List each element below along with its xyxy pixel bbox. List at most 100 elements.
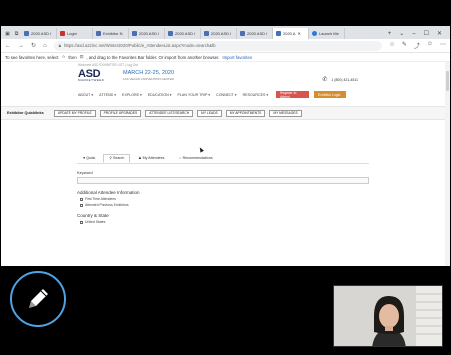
tab-search[interactable]: ⚲ Search bbox=[103, 154, 131, 163]
additional-info-heading: Additional Attendee Information bbox=[77, 190, 140, 195]
my-messages-button[interactable]: MY MESSAGES bbox=[269, 109, 302, 117]
tab-label: 2020 ASD I bbox=[211, 31, 232, 36]
url-field[interactable]: 🔒︎ https://asd.a2zinc.net/Winter2020/Pub… bbox=[53, 40, 383, 51]
exhibitor-login-button[interactable]: Exhibitor Login bbox=[314, 91, 346, 98]
tab-actions-icon[interactable]: ▣ bbox=[3, 28, 12, 39]
site-nav: ABOUT ▾ ATTEND ▾ EXPLORE ▾ EDUCATION ▾ P… bbox=[1, 90, 450, 100]
phone-contact: ✆ 1 (800) 421-4511 bbox=[322, 76, 358, 83]
checkbox-label: First Time Attendees bbox=[85, 197, 116, 201]
update-profile-button[interactable]: UPDATE MY PROFILE bbox=[53, 109, 96, 117]
page-scrollbar[interactable] bbox=[445, 62, 450, 266]
country-state-heading: Country & State bbox=[77, 213, 109, 218]
favorites-star-icon: ☆ bbox=[61, 54, 66, 59]
profile-upgrades-button[interactable]: PROFILE UPGRADES bbox=[99, 109, 142, 117]
home-icon[interactable]: ⌂ bbox=[43, 43, 47, 49]
page-icon bbox=[96, 31, 101, 36]
attendee-list-button[interactable]: ATTENDEE LIST/SEARCH bbox=[145, 109, 194, 117]
login-icon bbox=[60, 31, 65, 36]
united-states-checkbox[interactable]: United States bbox=[77, 220, 369, 224]
forward-icon[interactable]: → bbox=[18, 43, 24, 49]
nav-explore[interactable]: EXPLORE ▾ bbox=[122, 93, 142, 97]
tab-quick[interactable]: ♥ Quick bbox=[77, 154, 101, 163]
browser-tab[interactable]: 2020 ASD I bbox=[21, 28, 57, 39]
minimize-icon[interactable]: – bbox=[412, 31, 415, 37]
logo-subtext: MARKETWEEK bbox=[78, 78, 105, 82]
page-icon bbox=[132, 31, 137, 36]
page-icon bbox=[276, 31, 281, 36]
keyword-label: Keyword bbox=[77, 170, 93, 175]
share-icon[interactable]: ⤴ bbox=[414, 41, 420, 50]
screen: ▣ ⧉ 2020 ASD I Login Exhibitor N 2020 AS… bbox=[0, 0, 451, 355]
toolbar-icons: ☆ ✎ ⤴ ☺ ⋯ bbox=[389, 41, 446, 50]
webcam-video bbox=[333, 285, 443, 347]
browser-tab[interactable]: 2020 ASD I bbox=[129, 28, 165, 39]
browser-tab[interactable]: 2020 ASD I bbox=[165, 28, 201, 39]
tab-recommendations[interactable]: ☆ Recommendations bbox=[172, 154, 218, 163]
browser-tab[interactable]: Launch Me bbox=[309, 28, 345, 39]
previous-exhibitors-checkbox[interactable]: Attended Previous Exhibitors bbox=[77, 203, 369, 207]
checkbox[interactable] bbox=[80, 203, 83, 207]
tab-label: Recommendations bbox=[182, 156, 213, 160]
pen-icon[interactable]: ✎ bbox=[402, 41, 407, 50]
event-info: MARCH 22-25, 2020 LAS VEGAS CONVENTION C… bbox=[123, 70, 174, 81]
tab-label: Login bbox=[67, 31, 77, 36]
header-buttons: Register to Attend Exhibitor Login bbox=[276, 91, 346, 99]
close-window-icon[interactable]: ✕ bbox=[437, 30, 442, 37]
browser-tab[interactable]: Login bbox=[57, 28, 93, 39]
nav-plan-your-trip[interactable]: PLAN YOUR TRIP ▾ bbox=[178, 93, 211, 97]
keyword-input[interactable] bbox=[77, 177, 369, 184]
url-text: https://asd.a2zinc.net/Winter2020/Public… bbox=[63, 43, 216, 48]
scroll-thumb[interactable] bbox=[446, 71, 449, 91]
checkbox[interactable] bbox=[80, 220, 83, 224]
first-time-checkbox[interactable]: First Time Attendees bbox=[77, 197, 369, 201]
favorites-hint: To see favorites here, select bbox=[5, 54, 59, 60]
checkbox[interactable] bbox=[80, 197, 83, 201]
import-favorites-link[interactable]: Import favorites bbox=[222, 55, 252, 60]
browser-tab[interactable]: Exhibitor N bbox=[93, 28, 129, 39]
browser-tab-active[interactable]: 2020 A ✕ bbox=[273, 28, 309, 39]
browser-tab[interactable]: 2020 ASD I bbox=[237, 28, 273, 39]
tab-label: Launch Me bbox=[319, 31, 339, 36]
tab-label: Quick bbox=[86, 156, 96, 160]
page-icon bbox=[204, 31, 209, 36]
tab-label: 2020 A bbox=[283, 31, 296, 36]
favorites-hint: , and drag to the Favorites Bar folder. … bbox=[86, 54, 220, 60]
tab-label: 2020 ASD I bbox=[31, 31, 52, 36]
annotate-pen-button[interactable] bbox=[10, 271, 66, 327]
presenter-video-frame bbox=[334, 286, 442, 346]
event-date: MARCH 22-25, 2020 bbox=[123, 70, 175, 76]
tab-label: 2020 ASD I bbox=[247, 31, 268, 36]
page-icon bbox=[240, 31, 245, 36]
back-icon[interactable]: ← bbox=[5, 43, 11, 49]
phone-icon: ✆ bbox=[322, 77, 328, 83]
register-button[interactable]: Register to Attend bbox=[276, 91, 309, 99]
refresh-icon[interactable]: ↻ bbox=[31, 42, 36, 49]
profile-icon[interactable]: ☺ bbox=[427, 41, 433, 50]
chevron-down-icon[interactable]: ⌄ bbox=[399, 30, 404, 37]
my-appointments-button[interactable]: MY APPOINTMENTS bbox=[225, 109, 266, 117]
tab-label: 2020 ASD I bbox=[139, 31, 160, 36]
new-tab-icon[interactable]: + bbox=[388, 31, 392, 37]
maximize-icon[interactable]: ☐ bbox=[424, 30, 429, 37]
edge-icon bbox=[312, 31, 317, 36]
tab-label: 2020 ASD I bbox=[175, 31, 196, 36]
page-icon bbox=[168, 31, 173, 36]
checkbox-label: United States bbox=[85, 220, 106, 224]
site-logo[interactable]: ASD MARKETWEEK bbox=[78, 68, 104, 82]
tab-label: Search bbox=[112, 156, 125, 160]
workspaces-icon[interactable]: ⧉ bbox=[12, 28, 21, 39]
more-icon[interactable]: ⋯ bbox=[440, 41, 446, 50]
nav-resources[interactable]: RESOURCES ▾ bbox=[243, 93, 269, 97]
search-tabs: ♥ Quick ⚲ Search ♟ My Attendees ☆ Recomm… bbox=[77, 154, 369, 164]
my-leads-button[interactable]: MY LEADS bbox=[197, 109, 222, 117]
nav-attend[interactable]: ATTEND ▾ bbox=[99, 93, 116, 97]
nav-connect[interactable]: CONNECT ▾ bbox=[216, 93, 237, 97]
close-icon[interactable]: ✕ bbox=[297, 31, 300, 36]
browser-tab[interactable]: 2020 ASD I bbox=[201, 28, 237, 39]
nav-education[interactable]: EDUCATION ▾ bbox=[148, 93, 172, 97]
tab-my-attendees[interactable]: ♟ My Attendees bbox=[132, 154, 170, 163]
nav-about[interactable]: ABOUT ▾ bbox=[78, 93, 93, 97]
attendee-search-panel: ♥ Quick ⚲ Search ♟ My Attendees ☆ Recomm… bbox=[77, 154, 369, 224]
checkbox-label: Attended Previous Exhibitors bbox=[85, 203, 129, 207]
star-icon[interactable]: ☆ bbox=[389, 41, 394, 50]
